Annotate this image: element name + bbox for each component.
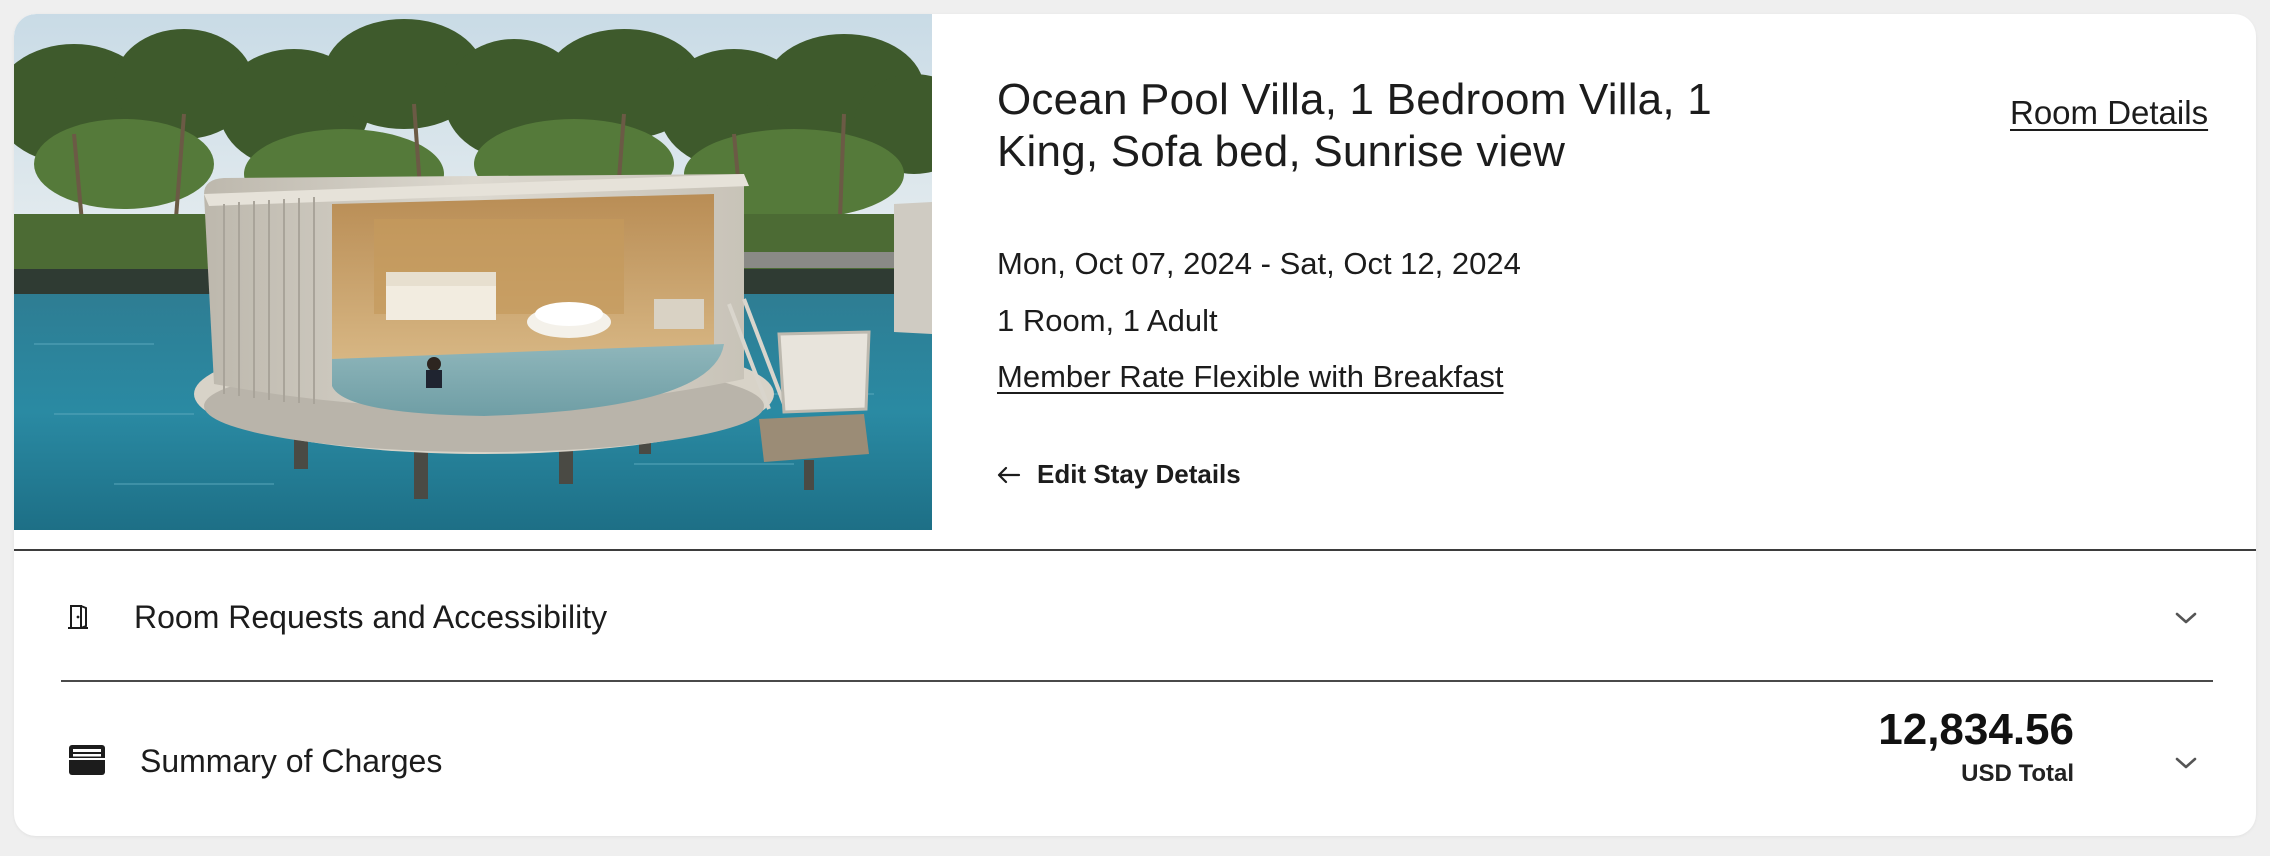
room-requests-accordion[interactable]: Room Requests and Accessibility [14,551,2256,684]
door-icon [68,605,88,629]
section-divider-inset [61,680,2213,682]
rate-plan-link[interactable]: Member Rate Flexible with Breakfast [997,359,1504,395]
chevron-down-icon [2175,757,2197,769]
room-summary-card: Ocean Pool Villa, 1 Bedroom Villa, 1 Kin… [14,14,2256,836]
stay-dates: Mon, Oct 07, 2024 - Sat, Oct 12, 2024 [997,246,1521,281]
edit-stay-details-label: Edit Stay Details [1037,459,1241,489]
summary-of-charges-accordion[interactable]: Summary of Charges 12,834.56 USD Total [14,686,2256,836]
total-currency-caption: USD Total [1961,760,2074,787]
total-price: 12,834.56 USD Total [1674,704,2074,788]
room-details-link[interactable]: Room Details [2010,94,2208,132]
edit-stay-details-button[interactable]: Edit Stay Details [997,459,1241,490]
stay-occupancy: 1 Room, 1 Adult [997,303,1218,338]
wallet-icon [69,745,105,775]
villa-photo [14,14,932,530]
total-amount: 12,834.56 [1878,705,2074,754]
arrow-left-icon [997,466,1021,483]
summary-of-charges-label: Summary of Charges [140,742,443,779]
room-overview: Ocean Pool Villa, 1 Bedroom Villa, 1 Kin… [14,14,2256,550]
chevron-down-icon [2175,612,2197,624]
room-requests-label: Room Requests and Accessibility [134,599,608,635]
room-title: Ocean Pool Villa, 1 Bedroom Villa, 1 Kin… [997,75,1712,176]
room-info: Ocean Pool Villa, 1 Bedroom Villa, 1 Kin… [997,74,2247,489]
